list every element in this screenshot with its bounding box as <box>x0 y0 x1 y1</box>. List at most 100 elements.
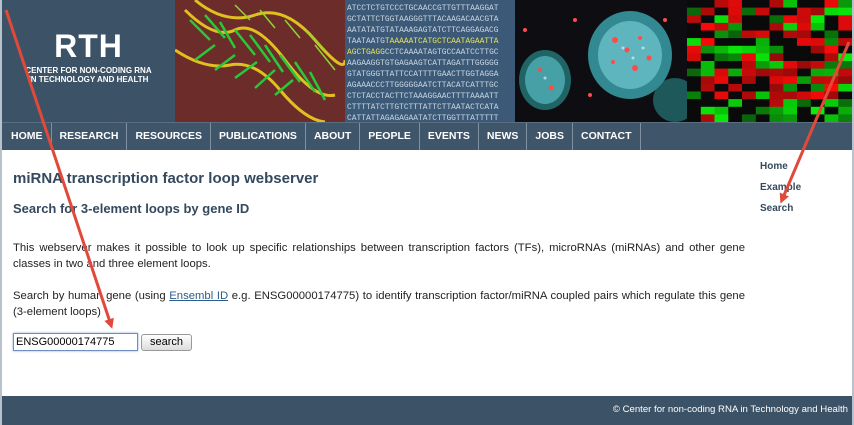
heatmap-cell <box>797 76 812 85</box>
heatmap-cell <box>687 53 702 62</box>
heatmap-cell <box>824 76 839 85</box>
heatmap-cell <box>755 114 770 122</box>
heatmap-cell <box>742 61 757 69</box>
intro-paragraph: This webserver makes it possible to look… <box>13 242 745 270</box>
sidebar-example-link[interactable]: Example <box>760 182 801 193</box>
heatmap-cell <box>824 91 839 100</box>
heatmap-cell <box>700 76 715 85</box>
nav-contact[interactable]: CONTACT <box>573 123 641 150</box>
heatmap-cell <box>714 91 729 100</box>
heatmap-cell <box>714 106 729 115</box>
heatmap-cell <box>687 7 702 16</box>
heatmap-cell <box>742 0 757 8</box>
heatmap-cell <box>742 76 757 85</box>
site-logo[interactable]: RTH CENTER FOR NON-CODING RNA IN TECHNOL… <box>2 0 175 122</box>
heatmap-cell <box>783 30 798 39</box>
gene-id-input[interactable] <box>13 333 138 351</box>
nav-research[interactable]: RESEARCH <box>52 123 128 150</box>
nav-about[interactable]: ABOUT <box>306 123 361 150</box>
logo-title: RTH <box>54 28 123 64</box>
heatmap-cell <box>769 99 784 107</box>
heatmap-cell <box>714 0 729 8</box>
heatmap-cell <box>810 76 825 85</box>
heatmap-cell <box>687 114 702 122</box>
heatmap-cell <box>810 106 825 115</box>
sidebar-home-link[interactable]: Home <box>760 161 788 172</box>
heatmap-cell <box>700 83 715 92</box>
heatmap-cell <box>714 99 729 107</box>
heatmap-cell <box>742 68 757 77</box>
heatmap-cell <box>769 91 784 100</box>
heatmap-cell <box>700 45 715 54</box>
sequence-line: CATTATTAGAGAGAATATCTTGGTTTATTTTT <box>347 114 499 122</box>
heatmap-cell <box>838 106 852 115</box>
nav-jobs[interactable]: JOBS <box>527 123 573 150</box>
heatmap-cell <box>824 0 839 8</box>
heatmap-cell <box>797 106 812 115</box>
heatmap-cell <box>824 61 839 69</box>
heatmap-cell <box>824 38 839 46</box>
heatmap-cell <box>797 30 812 39</box>
nav-events[interactable]: EVENTS <box>420 123 479 150</box>
heatmap-cell <box>838 68 852 77</box>
heatmap-cell <box>687 99 702 107</box>
heatmap-cell <box>783 114 798 122</box>
heatmap-cell <box>755 68 770 77</box>
heatmap-cell <box>742 106 757 115</box>
expression-heatmap-icon <box>687 0 852 122</box>
heatmap-cell <box>769 106 784 115</box>
heatmap-cell <box>769 61 784 69</box>
heatmap-cell <box>700 53 715 62</box>
heatmap-cell <box>728 68 743 77</box>
heatmap-cell <box>755 76 770 85</box>
heatmap-cell <box>742 22 757 31</box>
heatmap-cell <box>797 7 812 16</box>
heatmap-cell <box>769 38 784 46</box>
footer-copyright: © Center for non-coding RNA in Technolog… <box>612 404 848 415</box>
sidebar-search-link[interactable]: Search <box>760 203 793 214</box>
heatmap-cell <box>755 106 770 115</box>
search-button[interactable]: search <box>141 334 192 351</box>
heatmap-cell <box>714 68 729 77</box>
heatmap-cell <box>783 38 798 46</box>
heatmap-cell <box>755 83 770 92</box>
nav-home[interactable]: HOME <box>2 123 52 150</box>
heatmap-cell <box>728 99 743 107</box>
heatmap-cell <box>755 61 770 69</box>
heatmap-cell <box>714 61 729 69</box>
heatmap-cell <box>838 99 852 107</box>
nav-publications[interactable]: PUBLICATIONS <box>211 123 306 150</box>
sequence-line: ATCCTCTGTCCCTGCAACCGTTGTTTAAGGAT <box>347 4 499 13</box>
heatmap-cell <box>687 30 702 39</box>
heatmap-cell <box>783 76 798 85</box>
heatmap-cell <box>714 30 729 39</box>
heatmap-cell <box>838 45 852 54</box>
heatmap-cell <box>783 45 798 54</box>
heatmap-cell <box>838 83 852 92</box>
heatmap-cell <box>783 53 798 62</box>
nav-news[interactable]: NEWS <box>479 123 528 150</box>
heatmap-cell <box>810 7 825 16</box>
heatmap-cell <box>742 38 757 46</box>
heatmap-cell <box>838 22 852 31</box>
heatmap-cell <box>700 15 715 24</box>
heatmap-cell <box>687 83 702 92</box>
logo-subtitle-line2: IN TECHNOLOGY AND HEALTH <box>28 75 149 84</box>
sequence-line: AAGAAGGTGTGAGAAGTCATTAGATTTGGGGG <box>347 59 499 68</box>
nav-resources[interactable]: RESOURCES <box>127 123 211 150</box>
heatmap-cell <box>797 83 812 92</box>
heatmap-cell <box>783 91 798 100</box>
nav-people[interactable]: PEOPLE <box>360 123 420 150</box>
heatmap-cell <box>769 76 784 85</box>
ensembl-id-link[interactable]: Ensembl ID <box>169 290 228 302</box>
heatmap-cell <box>728 53 743 62</box>
main-navigation: HOME RESEARCH RESOURCES PUBLICATIONS ABO… <box>2 122 852 150</box>
heatmap-cell <box>728 91 743 100</box>
heatmap-cell <box>783 68 798 77</box>
heatmap-cell <box>700 114 715 122</box>
heatmap-cell <box>769 53 784 62</box>
heatmap-cell <box>824 83 839 92</box>
heatmap-cell <box>797 53 812 62</box>
heatmap-cell <box>838 7 852 16</box>
heatmap-cell <box>728 7 743 16</box>
